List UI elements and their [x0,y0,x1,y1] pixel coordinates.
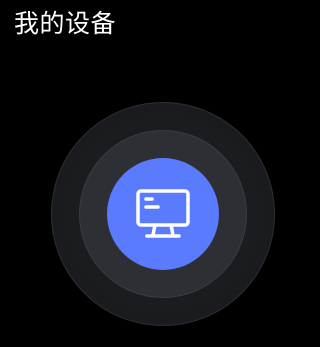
page-title: 我的设备 [14,9,117,38]
device-discovery-button[interactable] [107,158,219,270]
monitor-icon [136,189,190,238]
